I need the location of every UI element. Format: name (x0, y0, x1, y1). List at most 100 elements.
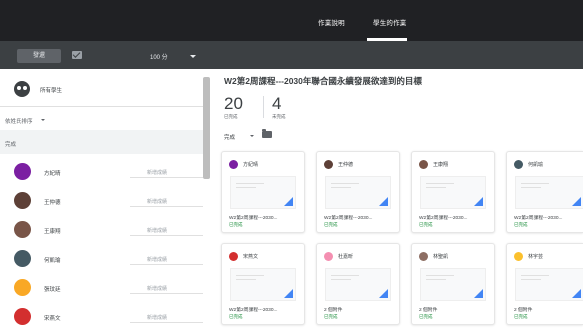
assigned-label: 未完成 (272, 114, 286, 119)
attachment-name: W2第2周課程---2030... (229, 308, 278, 313)
grade-underline (130, 235, 203, 236)
grade-field[interactable]: 新增成績 (147, 227, 167, 234)
all-students-row[interactable] (0, 69, 205, 106)
sort-dropdown[interactable]: 依姓氏排序 (5, 117, 33, 125)
student-name: 何凱瑜 (528, 162, 544, 168)
student-name: 王康翔 (433, 162, 449, 168)
avatar (514, 252, 523, 261)
group-icon (14, 81, 30, 97)
attachment-name: W2第2周課程---2030... (229, 216, 278, 221)
attachment-name: 2 個附件 (324, 308, 343, 313)
document-thumbnail[interactable] (515, 268, 583, 301)
section-header (0, 130, 203, 154)
docs-icon (474, 289, 483, 298)
avatar (419, 252, 428, 261)
student-name: 林宇芸 (528, 254, 544, 260)
status-label: 已完成 (419, 314, 433, 319)
chevron-down-icon[interactable] (190, 55, 196, 58)
status-filter-dropdown[interactable]: 完成 (224, 133, 235, 141)
scrollbar[interactable] (203, 77, 210, 179)
submission-card[interactable]: 林宇芸 2 個附件 已完成 (506, 243, 583, 325)
avatar (324, 252, 333, 261)
document-thumbnail[interactable] (325, 268, 391, 301)
folder-icon[interactable] (262, 129, 272, 138)
docs-icon (379, 197, 388, 206)
submission-card[interactable]: 王仲德 W2第2周課程---2030... 已完成 (316, 151, 400, 233)
document-thumbnail[interactable] (420, 176, 486, 209)
document-thumbnail[interactable] (230, 268, 296, 301)
all-students-label: 所有學生 (40, 88, 63, 94)
avatar (419, 160, 428, 169)
grade-underline (130, 293, 203, 294)
submission-card[interactable]: 林聖凱 2 個附件 已完成 (411, 243, 495, 325)
status-label: 已完成 (419, 222, 433, 227)
avatar (14, 279, 31, 296)
document-thumbnail[interactable] (515, 176, 583, 209)
grade-field[interactable]: 新增成績 (147, 169, 167, 176)
status-label: 已完成 (514, 222, 528, 227)
submission-card[interactable]: 王康翔 W2第2周課程---2030... 已完成 (411, 151, 495, 233)
attachment-name: W2第2周課程---2030... (419, 216, 468, 221)
student-row[interactable]: 方紀晴 新增成績 (0, 157, 203, 185)
return-button[interactable]: 發還 (17, 49, 61, 63)
toolbar (0, 41, 583, 69)
points-selector[interactable]: 100 分 (150, 52, 168, 61)
chevron-down-icon[interactable] (250, 135, 254, 137)
docs-icon (572, 289, 581, 298)
top-app-bar (0, 0, 583, 41)
tab-instructions[interactable]: 作業說明 (318, 17, 345, 27)
avatar (14, 308, 31, 325)
grade-field[interactable]: 新增成績 (147, 256, 167, 263)
student-name: 王康翔 (44, 229, 61, 235)
attachment-name: 2 個附件 (419, 308, 438, 313)
assignment-title: W2第2周課程---2030年聯合國永續發展欲達到的目標 (224, 76, 422, 86)
status-label: 已完成 (324, 222, 338, 227)
turned-in-label: 已完成 (224, 114, 238, 119)
student-name: 張玟廷 (44, 287, 61, 293)
turned-in-count: 20 (224, 94, 243, 113)
email-icon[interactable] (72, 51, 82, 59)
docs-icon (379, 289, 388, 298)
chevron-down-icon[interactable] (41, 119, 45, 121)
student-row[interactable]: 王仲德 新增成績 (0, 186, 203, 214)
grade-underline (130, 177, 203, 178)
docs-icon (284, 289, 293, 298)
student-name: 方紀晴 (44, 171, 61, 177)
docs-icon (284, 197, 293, 206)
avatar (14, 163, 31, 180)
student-name: 宋燕文 (44, 316, 61, 322)
section-label: 完成 (5, 142, 17, 148)
grade-underline (130, 264, 203, 265)
submission-card[interactable]: 宋燕文 W2第2周課程---2030... 已完成 (221, 243, 305, 325)
status-label: 已完成 (229, 222, 243, 227)
student-row[interactable]: 何凱瑜 新增成績 (0, 244, 203, 272)
avatar (14, 250, 31, 267)
document-thumbnail[interactable] (230, 176, 296, 209)
student-name: 林聖凱 (433, 254, 449, 260)
avatar (14, 221, 31, 238)
tab-student-work[interactable]: 學生的作業 (373, 17, 407, 27)
assigned-count: 4 (272, 94, 282, 113)
student-row[interactable]: 王康翔 新增成績 (0, 215, 203, 243)
grade-field[interactable]: 新增成績 (147, 314, 167, 321)
avatar (229, 252, 238, 261)
submission-card[interactable]: 杜嘉昕 2 個附件 已完成 (316, 243, 400, 325)
student-row[interactable]: 宋燕文 新增成績 (0, 302, 203, 330)
status-label: 已完成 (514, 314, 528, 319)
attachment-name: W2第2周課程---2030... (324, 216, 373, 221)
divider (263, 96, 264, 118)
document-thumbnail[interactable] (420, 268, 486, 301)
attachment-name: W2第2周課程---2030... (514, 216, 563, 221)
submission-card[interactable]: 方紀晴 W2第2周課程---2030... 已完成 (221, 151, 305, 233)
submission-card[interactable]: 何凱瑜 W2第2周課程---2030... 已完成 (506, 151, 583, 233)
student-row[interactable]: 張玟廷 新增成績 (0, 273, 203, 301)
docs-icon (474, 197, 483, 206)
grade-underline (130, 206, 203, 207)
student-name: 王仲德 (44, 200, 61, 206)
student-name: 方紀晴 (243, 162, 259, 168)
docs-icon (572, 197, 581, 206)
grade-field[interactable]: 新增成績 (147, 198, 167, 205)
grade-field[interactable]: 新增成績 (147, 285, 167, 292)
student-name: 杜嘉昕 (338, 254, 354, 260)
document-thumbnail[interactable] (325, 176, 391, 209)
